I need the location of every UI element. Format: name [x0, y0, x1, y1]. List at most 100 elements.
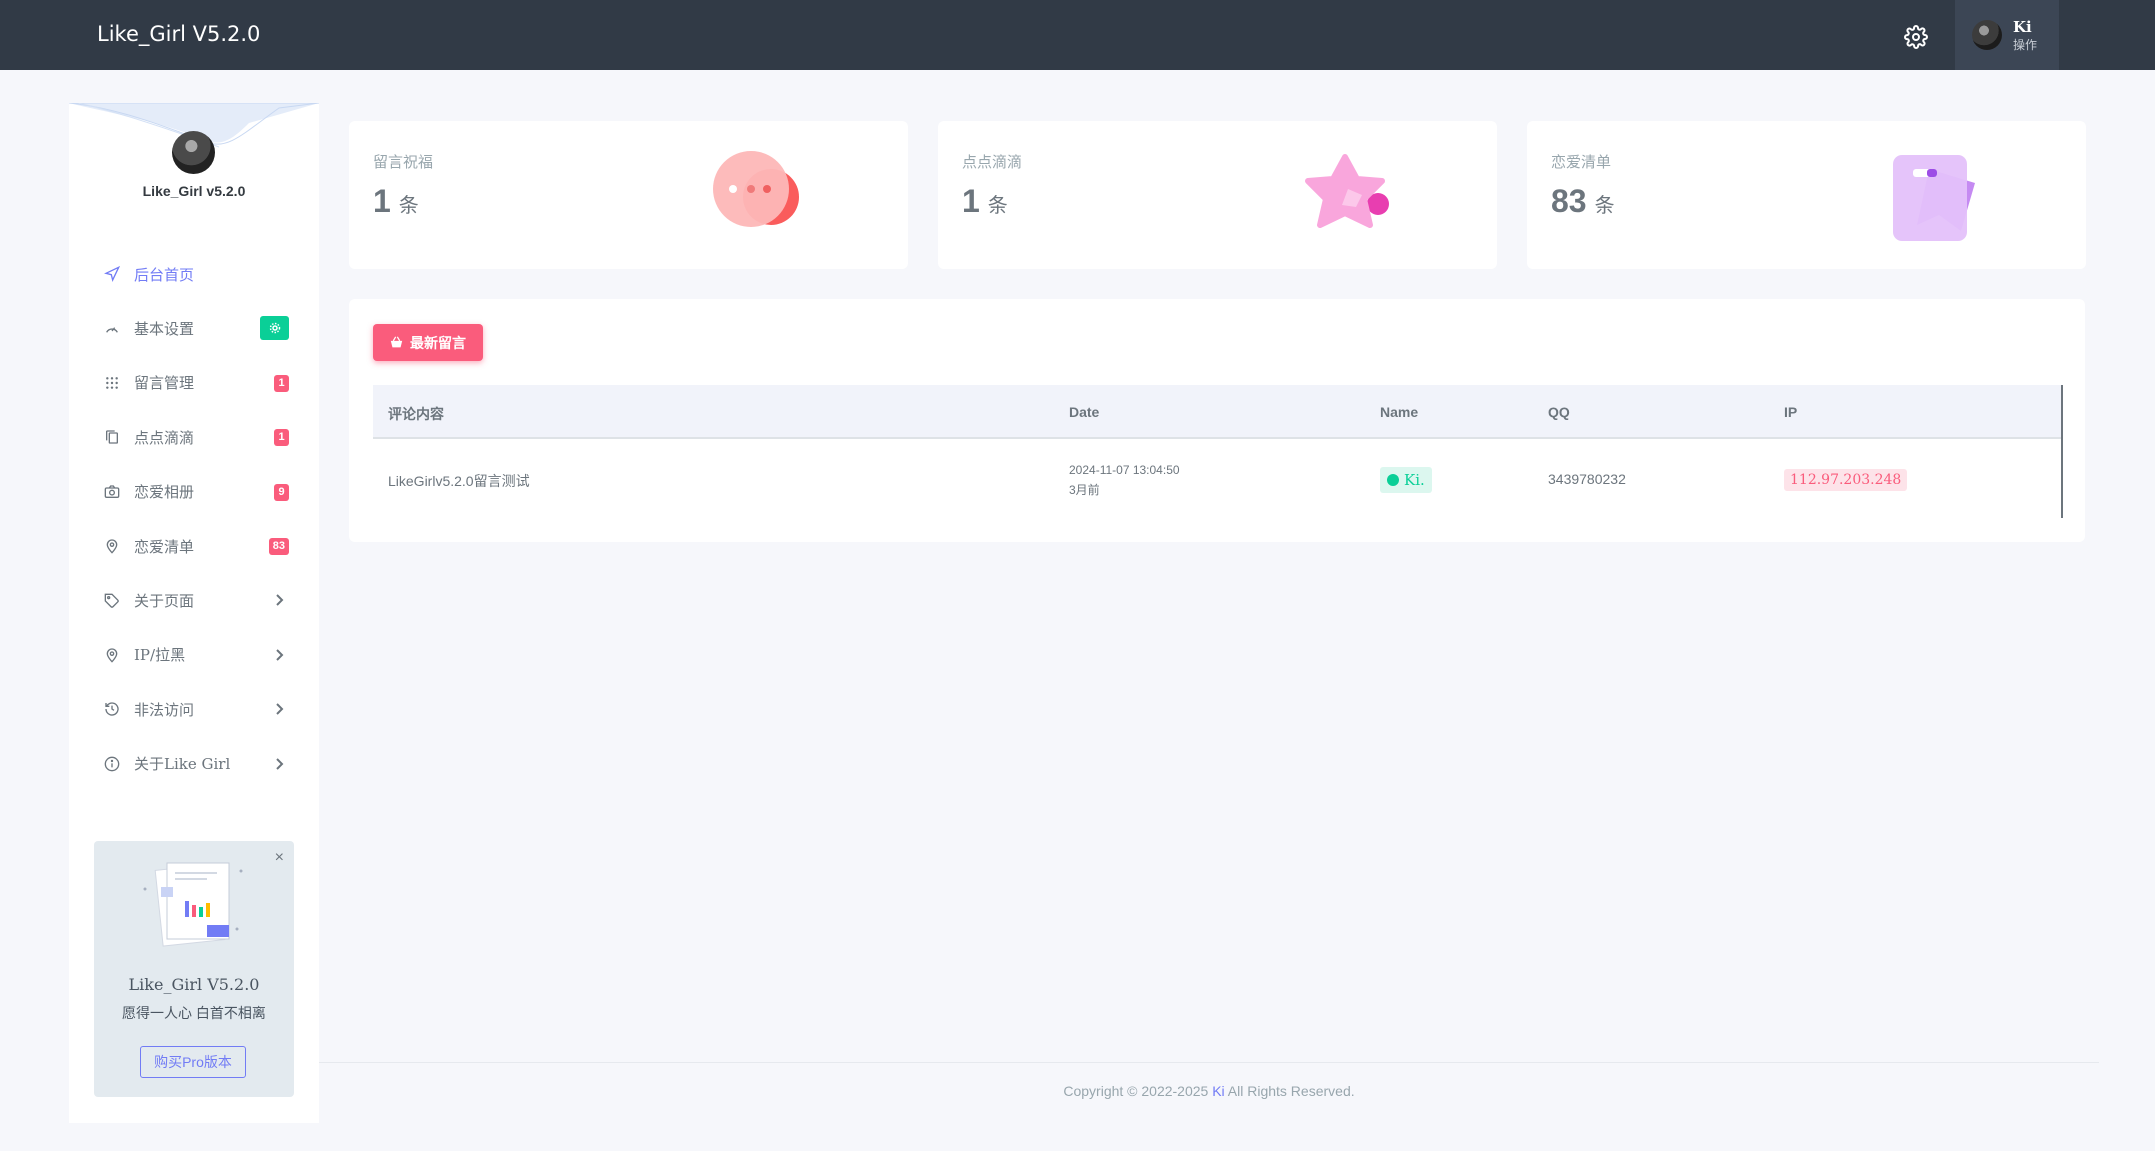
- stat-card-messages: 留言祝福 1条: [349, 121, 908, 269]
- messages-table: 评论内容 Date Name QQ IP LikeGirlv5.2.0留言测试 …: [373, 385, 2063, 518]
- stat-unit: 条: [987, 193, 1008, 217]
- stat-value: 83: [1551, 183, 1587, 219]
- settings-icon: [269, 323, 280, 334]
- message-content: LikeGirlv5.2.0留言测试: [388, 473, 530, 489]
- sidebar-item-label: 恋爱清单: [134, 537, 195, 556]
- gear-icon[interactable]: [1904, 25, 1928, 49]
- stat-label: 留言祝福: [373, 153, 434, 171]
- count-badge: 1: [274, 429, 289, 447]
- sidebar-item-ip-block[interactable]: IP/拉黑: [69, 628, 319, 682]
- stat-unit: 条: [1594, 193, 1615, 217]
- message-ip: 112.97.203.248: [1784, 469, 1908, 491]
- sidebar-item-messages[interactable]: 留言管理 1: [69, 356, 319, 410]
- stat-value-row: 1条: [373, 183, 419, 220]
- sidebar-item-label: IP/拉黑: [134, 646, 186, 665]
- chevron-right-icon: [276, 594, 284, 607]
- column-header[interactable]: QQ: [1548, 404, 1570, 420]
- user-avatar: [1972, 20, 2002, 50]
- location-icon: [106, 648, 118, 663]
- speedometer-icon: [106, 326, 118, 333]
- stat-value: 1: [962, 183, 980, 219]
- stat-value-row: 1条: [962, 183, 1008, 220]
- table-header: 评论内容 Date Name QQ IP: [373, 385, 2061, 439]
- stat-card-moments: 点点滴滴 1条: [938, 121, 1497, 269]
- column-header[interactable]: Name: [1380, 404, 1418, 420]
- chevron-right-icon: [276, 649, 284, 661]
- message-time-ago: 3月前: [1069, 483, 1100, 497]
- promo-card: × Like_Girl V5.2.0 愿得一人心 白首不相离 购买Pro版本: [94, 841, 294, 1097]
- footer-rights: All Rights Reserved.: [1224, 1083, 1355, 1099]
- tag-icon: [104, 593, 119, 608]
- stat-value: 1: [373, 183, 391, 219]
- sidebar-item-dashboard[interactable]: 后台首页: [69, 247, 319, 301]
- star-icon: [1305, 154, 1389, 228]
- column-header[interactable]: 评论内容: [388, 404, 444, 424]
- message-date: 2024-11-07 13:04:50: [1069, 463, 1180, 477]
- sidebar: Like_Girl v5.2.0 后台首页 基本设置 留言管理 1 点点滴滴 1…: [69, 103, 319, 1123]
- footer-divider: [319, 1062, 2099, 1063]
- count-badge: 9: [274, 483, 289, 501]
- message-author: Ki.: [1404, 471, 1425, 489]
- history-icon: [105, 702, 119, 716]
- table-row[interactable]: LikeGirlv5.2.0留言测试 2024-11-07 13:04:50 3…: [373, 439, 2061, 518]
- latest-messages-label: 最新留言: [410, 334, 466, 351]
- latest-messages-button[interactable]: 最新留言: [373, 324, 483, 361]
- sidebar-site-title: Like_Girl v5.2.0: [142, 183, 246, 199]
- sidebar-item-label: 点点滴滴: [134, 428, 195, 447]
- basket-icon: [390, 336, 403, 348]
- camera-icon: [104, 485, 120, 498]
- chevron-right-icon: [276, 703, 284, 715]
- sidebar-item-basic-settings[interactable]: 基本设置: [69, 301, 319, 355]
- count-badge: 1: [274, 374, 289, 392]
- app-brand[interactable]: Like_Girl V5.2.0: [97, 22, 260, 46]
- message-qq: 3439780232: [1548, 471, 1626, 487]
- chat-bubble-icon: [713, 151, 799, 227]
- sidebar-menu: 后台首页 基本设置 留言管理 1 点点滴滴 1 恋爱相册 9 恋爱清单 83 关…: [69, 247, 319, 791]
- column-header[interactable]: IP: [1784, 404, 1797, 420]
- sidebar-item-about-like-girl[interactable]: 关于Like Girl: [69, 737, 319, 791]
- count-badge: 83: [268, 537, 289, 555]
- user-name: Ki: [2013, 18, 2032, 36]
- grid-icon: [106, 377, 118, 389]
- copy-icon: [106, 430, 118, 445]
- stat-label: 恋爱清单: [1551, 153, 1612, 171]
- info-icon: [104, 756, 120, 772]
- bookmark-icon: [1893, 155, 1975, 241]
- name-badge: Ki.: [1380, 467, 1432, 493]
- sidebar-item-album[interactable]: 恋爱相册 9: [69, 465, 319, 519]
- sidebar-item-label: 基本设置: [134, 320, 195, 339]
- sidebar-item-label: 恋爱相册: [134, 483, 195, 502]
- map-pin-icon: [106, 539, 118, 554]
- top-navbar: Like_Girl V5.2.0 Ki 操作: [0, 0, 2155, 70]
- sidebar-item-moments[interactable]: 点点滴滴 1: [69, 410, 319, 464]
- stat-unit: 条: [398, 193, 419, 217]
- column-header[interactable]: Date: [1069, 404, 1099, 420]
- stat-card-love-list: 恋爱清单 83 条: [1527, 121, 2086, 269]
- sidebar-item-illegal-access[interactable]: 非法访问: [69, 682, 319, 736]
- navigation-icon: [104, 266, 120, 283]
- promo-subtitle: 愿得一人心 白首不相离: [122, 1005, 266, 1021]
- footer-copyright: Copyright © 2022-2025: [1063, 1083, 1213, 1099]
- sidebar-avatar[interactable]: [172, 131, 215, 174]
- sidebar-item-label: 关于页面: [134, 592, 195, 611]
- user-menu[interactable]: Ki 操作: [1955, 0, 2059, 70]
- report-illustration: [143, 862, 243, 947]
- footer-author-link[interactable]: Ki: [1212, 1083, 1224, 1099]
- sidebar-item-label: 关于Like Girl: [134, 755, 231, 774]
- user-role: 操作: [2013, 38, 2038, 52]
- stat-value-row: 83 条: [1551, 183, 1615, 220]
- close-icon[interactable]: ×: [275, 849, 284, 867]
- buy-pro-button[interactable]: 购买Pro版本: [140, 1046, 246, 1078]
- sidebar-item-label: 非法访问: [134, 700, 195, 719]
- settings-badge: [260, 316, 289, 341]
- user-circle-icon: [1387, 474, 1399, 486]
- latest-messages-card: 最新留言 评论内容 Date Name QQ IP LikeGirlv5.2.0…: [349, 299, 2085, 542]
- chevron-right-icon: [276, 757, 284, 770]
- sidebar-item-label: 后台首页: [134, 265, 195, 284]
- stat-label: 点点滴滴: [962, 153, 1023, 171]
- promo-title: Like_Girl V5.2.0: [128, 975, 260, 994]
- sidebar-item-love-list[interactable]: 恋爱清单 83: [69, 519, 319, 573]
- sidebar-item-about-page[interactable]: 关于页面: [69, 573, 319, 627]
- sidebar-item-label: 留言管理: [134, 374, 195, 393]
- footer: Copyright © 2022-2025 Ki All Rights Rese…: [319, 1083, 2099, 1099]
